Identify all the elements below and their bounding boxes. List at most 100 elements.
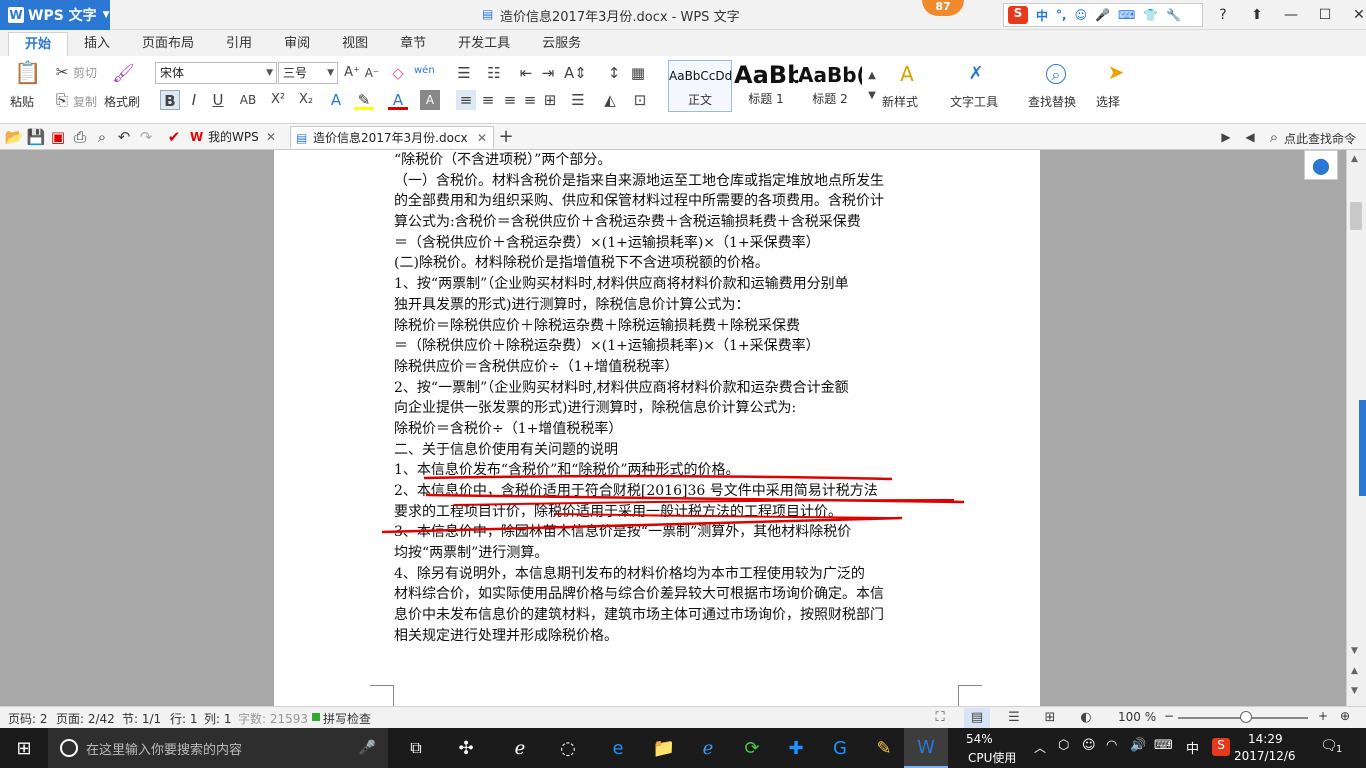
bullets-icon[interactable]: ☰ xyxy=(454,63,474,83)
table-icon[interactable]: ▦ xyxy=(628,63,648,83)
notification-badge[interactable]: 87 xyxy=(922,0,964,16)
char-shading-icon[interactable]: A xyxy=(420,90,440,110)
scroll-down-icon[interactable]: ▼ xyxy=(1351,646,1358,656)
clear-format-icon[interactable]: ◇ xyxy=(388,63,408,83)
ime-lang-icon[interactable]: 中 xyxy=(1036,7,1048,24)
copy-icon[interactable]: ⎘ xyxy=(52,90,72,110)
outdent-icon[interactable]: ⇤ xyxy=(516,63,536,83)
windows-start-icon[interactable]: ⊞ xyxy=(0,728,48,768)
sogou-icon[interactable]: S xyxy=(1008,6,1028,24)
app-plus-icon[interactable]: ✚ xyxy=(776,728,816,768)
help-icon[interactable]: ? xyxy=(1206,0,1240,30)
select-arrow-icon[interactable]: ➤ xyxy=(1106,62,1126,82)
print-preview-icon[interactable]: ⌕ xyxy=(92,127,112,147)
format-painter-button[interactable]: 格式刷 xyxy=(104,93,140,110)
ime-keyboard-icon[interactable]: ⌨ xyxy=(1118,8,1135,22)
style-heading1[interactable]: AaBb 标题 1 xyxy=(734,60,798,112)
web-view-icon[interactable]: ⊞ xyxy=(1040,708,1060,728)
tab-my-wps[interactable]: W 我的WPS ✕ xyxy=(186,126,282,148)
scroll-up-icon[interactable]: ▲ xyxy=(1351,154,1358,164)
app-g-icon[interactable]: G xyxy=(820,728,860,768)
new-style-button[interactable]: 新样式 xyxy=(882,93,918,110)
scroll-thumb[interactable] xyxy=(1350,202,1362,230)
sort-icon[interactable]: ↕ xyxy=(604,63,624,83)
subscript-icon[interactable]: X₂ xyxy=(296,90,316,110)
fullscreen-icon[interactable]: ⛶ xyxy=(930,708,950,728)
ime-punct-icon[interactable]: °, xyxy=(1056,8,1067,22)
text-direction-icon[interactable]: A⇕ xyxy=(564,63,587,83)
text-tools-button[interactable]: 文字工具 xyxy=(950,93,998,110)
numbering-icon[interactable]: ☷ xyxy=(484,63,504,83)
doc-switch-icon[interactable]: ◀ xyxy=(1240,127,1260,147)
tab-insert[interactable]: 插入 xyxy=(68,32,126,56)
prev-page-icon[interactable]: ▲ xyxy=(1351,666,1358,676)
close-icon[interactable]: ✕ xyxy=(1342,0,1366,30)
checkmark-icon[interactable]: ✔ xyxy=(164,127,184,147)
highlight-icon[interactable]: ✎ xyxy=(354,90,374,110)
tray-app-icon[interactable]: ⬡ xyxy=(1058,738,1069,753)
search-box[interactable]: 在这里输入你要搜索的内容 🎤 xyxy=(48,728,388,768)
app-fan-icon[interactable]: ✣ xyxy=(446,728,486,768)
zoom-out-icon[interactable]: − xyxy=(1164,709,1174,723)
pinyin-icon[interactable]: wén xyxy=(414,61,435,81)
spell-check-toggle[interactable]: 拼写检查 xyxy=(323,710,371,727)
close-icon[interactable]: ✕ xyxy=(477,127,487,149)
tab-home[interactable]: 开始 xyxy=(8,32,69,56)
strikethrough-icon[interactable]: AB xyxy=(238,90,258,110)
tray-expand-icon[interactable]: ︿ xyxy=(1034,739,1046,756)
app-note-icon[interactable]: ✎ xyxy=(864,728,904,768)
app-swirl-icon[interactable]: ◌ xyxy=(548,728,588,768)
line-spacing-icon[interactable]: ☰ xyxy=(568,90,588,110)
tab-references[interactable]: 引用 xyxy=(210,32,268,56)
eye-protect-icon[interactable]: ◐ xyxy=(1076,708,1096,728)
location-pin-icon[interactable]: ⬤ xyxy=(1304,150,1338,180)
status-page-number[interactable]: 页码: 2 xyxy=(8,710,48,727)
style-heading2[interactable]: AaBb( 标题 2 xyxy=(798,60,862,112)
outline-view-icon[interactable]: ☰ xyxy=(1004,708,1024,728)
print-icon[interactable]: ⎙ xyxy=(70,127,90,147)
pdf-icon[interactable]: ▣ xyxy=(48,127,68,147)
close-icon[interactable]: ✕ xyxy=(266,126,276,148)
text-effect-icon[interactable]: A xyxy=(326,90,346,110)
underline-icon[interactable]: U xyxy=(208,90,228,110)
find-replace-button[interactable]: 查找替换 xyxy=(1028,93,1076,110)
select-button[interactable]: 选择 xyxy=(1096,93,1120,110)
clock-time[interactable]: 14:29 xyxy=(1248,732,1283,746)
open-folder-icon[interactable]: 📂 xyxy=(4,127,24,147)
tray-user-icon[interactable]: ☺ xyxy=(1082,738,1096,753)
zoom-in-icon[interactable]: + xyxy=(1318,709,1328,723)
paste-button[interactable]: 粘贴 xyxy=(10,93,34,110)
zoom-slider-thumb[interactable] xyxy=(1240,711,1252,723)
align-left-icon[interactable]: ≡ xyxy=(456,90,476,110)
save-icon[interactable]: 💾 xyxy=(26,127,46,147)
tab-sections[interactable]: 章节 xyxy=(384,32,442,56)
find-replace-icon[interactable]: ⌕ xyxy=(1046,64,1066,84)
ime-voice-icon[interactable]: 🎤 xyxy=(1095,8,1110,22)
task-view-icon[interactable]: ⧉ xyxy=(398,728,434,768)
app-green-icon[interactable]: ⟳ xyxy=(732,728,772,768)
volume-icon[interactable]: 🔊 xyxy=(1130,738,1146,753)
tab-view[interactable]: 视图 xyxy=(326,32,384,56)
status-word-count[interactable]: 字数: 21593 xyxy=(238,710,308,727)
ime-skin-icon[interactable]: 👕 xyxy=(1143,8,1158,22)
font-color-icon[interactable]: A xyxy=(388,90,408,110)
app-e-icon[interactable]: ℯ xyxy=(500,728,540,768)
italic-icon[interactable]: I xyxy=(184,90,204,110)
skin-icon[interactable]: ⬆ xyxy=(1240,0,1274,30)
justify-icon[interactable]: ≡ xyxy=(520,90,540,110)
cut-button[interactable]: 剪切 xyxy=(73,64,97,81)
keyboard-icon[interactable]: ⌨ xyxy=(1154,738,1173,753)
shading-icon[interactable]: ◭ xyxy=(600,90,620,110)
font-size-select[interactable]: 三号 ▼ xyxy=(278,62,338,84)
ime-emoji-icon[interactable]: ☺ xyxy=(1075,8,1088,22)
shrink-font-icon[interactable]: A⁻ xyxy=(362,63,382,83)
redo-icon[interactable]: ↷ xyxy=(136,127,156,147)
scissors-icon[interactable]: ✂ xyxy=(52,62,72,82)
copy-button[interactable]: 复制 xyxy=(73,93,97,110)
new-style-icon[interactable]: A xyxy=(894,64,920,84)
align-center-icon[interactable]: ≡ xyxy=(478,90,498,110)
borders-icon[interactable]: ⊡ xyxy=(630,90,650,110)
tab-review[interactable]: 审阅 xyxy=(268,32,326,56)
indent-icon[interactable]: ⇥ xyxy=(538,63,558,83)
tab-page-layout[interactable]: 页面布局 xyxy=(126,32,210,56)
